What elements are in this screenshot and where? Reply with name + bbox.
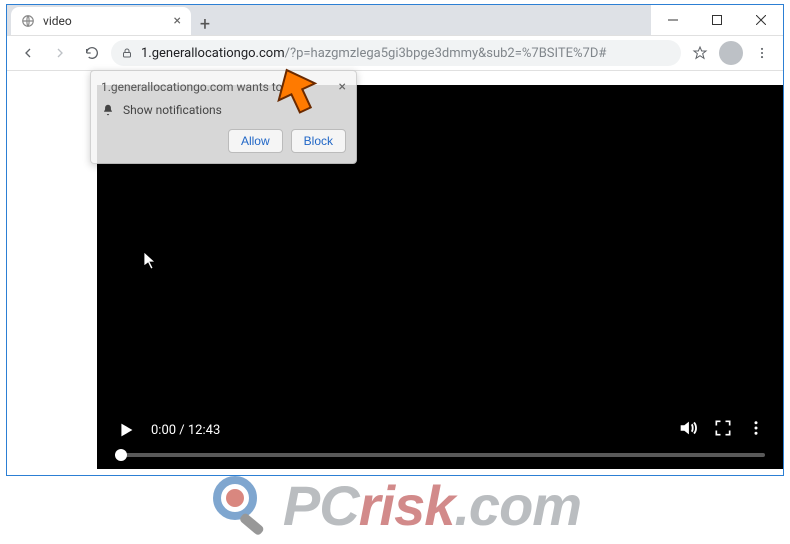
url-path: /?p=hazgmzlega5gi3bpge3dmmy&sub2=%7BSITE… — [285, 46, 607, 61]
new-tab-button[interactable]: + — [191, 14, 219, 35]
url-host: 1.generallocationgo.com — [141, 46, 285, 61]
back-button[interactable] — [15, 40, 41, 66]
window-controls — [651, 5, 783, 35]
permission-prompt: Show notifications — [123, 103, 222, 117]
profile-avatar[interactable] — [719, 41, 743, 65]
close-window-button[interactable] — [739, 5, 783, 35]
titlebar: video × + — [7, 5, 783, 36]
tab-title: video — [43, 14, 72, 28]
tab-strip: video × + — [7, 5, 651, 35]
url-text: 1.generallocationgo.com/?p=hazgmzlega5gi… — [141, 46, 606, 61]
browser-menu-button[interactable] — [749, 40, 775, 66]
allow-button[interactable]: Allow — [228, 129, 283, 153]
fullscreen-icon — [713, 418, 733, 438]
lock-icon — [121, 47, 133, 59]
minimize-icon — [668, 15, 678, 25]
reload-button[interactable] — [79, 40, 105, 66]
play-icon — [115, 419, 137, 441]
fullscreen-button[interactable] — [713, 418, 733, 442]
volume-button[interactable] — [677, 417, 699, 443]
close-icon — [756, 15, 766, 25]
maximize-button[interactable] — [695, 5, 739, 35]
magnifier-icon — [209, 472, 279, 538]
watermark: PCrisk.com — [20, 472, 770, 538]
arrow-right-icon — [52, 45, 68, 61]
block-button[interactable]: Block — [291, 129, 346, 153]
star-icon — [692, 45, 708, 61]
arrow-left-icon — [20, 45, 36, 61]
progress-bar[interactable] — [115, 453, 765, 457]
video-time: 0:00 / 12:43 — [151, 423, 220, 438]
forward-button[interactable] — [47, 40, 73, 66]
address-bar[interactable]: 1.generallocationgo.com/?p=hazgmzlega5gi… — [111, 40, 681, 66]
kebab-icon — [755, 46, 769, 60]
globe-icon — [21, 14, 35, 28]
reload-icon — [84, 45, 100, 61]
browser-toolbar: 1.generallocationgo.com/?p=hazgmzlega5gi… — [7, 36, 783, 71]
tab-close-icon[interactable]: × — [174, 13, 181, 29]
watermark-text: PCrisk.com — [283, 473, 581, 538]
bell-icon — [101, 103, 115, 117]
watermark-pc: PC — [283, 474, 359, 537]
popup-close-button[interactable]: × — [339, 79, 346, 95]
watermark-risk: risk — [359, 474, 455, 537]
progress-thumb[interactable] — [115, 449, 127, 461]
minimize-button[interactable] — [651, 5, 695, 35]
play-button[interactable] — [115, 419, 137, 441]
kebab-icon — [747, 419, 765, 437]
volume-icon — [677, 417, 699, 439]
video-controls: 0:00 / 12:43 — [97, 405, 783, 453]
notification-permission-popup: 1.generallocationgo.com wants to × Show … — [90, 70, 357, 164]
browser-tab[interactable]: video × — [11, 7, 191, 35]
permission-origin: 1.generallocationgo.com wants to — [101, 80, 282, 94]
maximize-icon — [712, 15, 722, 25]
watermark-com: .com — [454, 474, 581, 537]
video-menu-button[interactable] — [747, 419, 765, 441]
bookmark-button[interactable] — [687, 40, 713, 66]
